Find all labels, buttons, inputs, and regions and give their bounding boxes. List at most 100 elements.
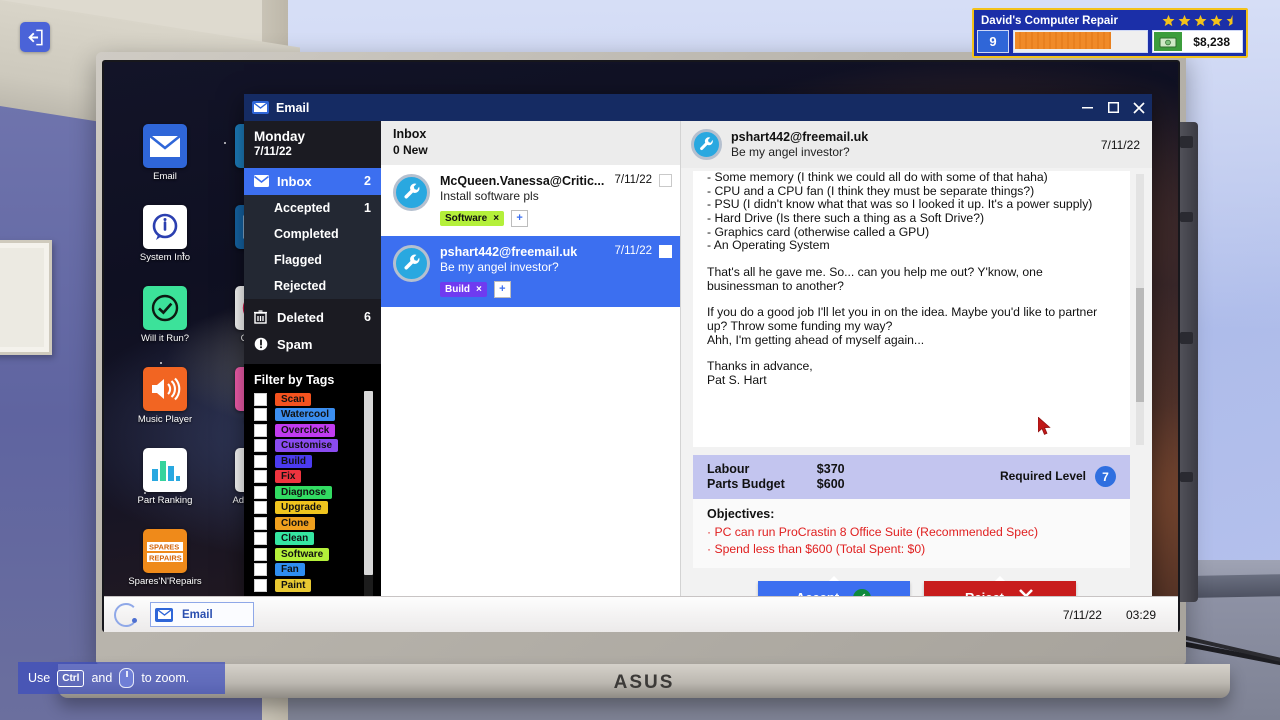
sidebar-item-flagged[interactable]: Flagged xyxy=(244,247,381,273)
wrench-avatar-icon xyxy=(393,244,430,282)
tag-checkbox-software[interactable] xyxy=(254,547,267,561)
tag-checkbox-fan[interactable] xyxy=(254,563,267,577)
objectives-list: · PC can run ProCrastin 8 Office Suite (… xyxy=(707,524,1116,557)
svg-text:REPAIRS: REPAIRS xyxy=(149,553,182,562)
email-add-tag-button[interactable]: + xyxy=(511,209,529,227)
maximize-button[interactable] xyxy=(1100,94,1126,121)
hud-bottom-row: 9 $8,238 xyxy=(977,30,1243,53)
tag-list-scrollbar[interactable] xyxy=(364,390,373,608)
email-body-line: - PSU (I didn't know what that was so I … xyxy=(707,197,1093,212)
job-budget-panel: Labour $370 Parts Budget $600 Required L… xyxy=(693,455,1130,500)
tag-pill-watercool[interactable]: Watercool xyxy=(275,408,335,422)
tag-pill-software[interactable]: Software xyxy=(275,547,330,561)
tag-checkbox-fix[interactable] xyxy=(254,470,267,484)
check-circle-icon xyxy=(143,285,187,330)
email-list-item-meta: 7/11/22 xyxy=(614,244,672,258)
sidebar-day: Monday xyxy=(254,129,306,144)
minimize-button[interactable] xyxy=(1074,94,1100,121)
tag-checkbox-overclock[interactable] xyxy=(254,423,267,437)
email-body-scrollbar[interactable] xyxy=(1136,174,1144,446)
start-orb-icon[interactable] xyxy=(114,602,138,627)
tag-checkbox-build[interactable] xyxy=(254,454,267,468)
sidebar-item-accepted[interactable]: Accepted 1 xyxy=(244,195,381,221)
xp-bar-fill xyxy=(1015,32,1111,49)
close-button[interactable] xyxy=(1126,94,1152,121)
tag-pill-clean[interactable]: Clean xyxy=(275,532,315,546)
email-tag-build[interactable]: Build × xyxy=(440,281,487,297)
email-tag-remove-icon[interactable]: × xyxy=(476,284,482,295)
sidebar-item-spam[interactable]: Spam xyxy=(244,331,381,358)
tag-checkbox-diagnose[interactable] xyxy=(254,485,267,499)
tag-checkbox-watercool[interactable] xyxy=(254,408,267,422)
sidebar-item-completed[interactable]: Completed xyxy=(244,221,381,247)
email-list-item-checkbox[interactable] xyxy=(659,173,672,187)
star-icon xyxy=(1194,14,1207,27)
tag-pill-overclock[interactable]: Overclock xyxy=(275,423,336,437)
email-window-title: Email xyxy=(276,100,310,115)
tag-pill-fix[interactable]: Fix xyxy=(275,470,302,484)
tag-checkbox-customise[interactable] xyxy=(254,439,267,453)
inbox-icon xyxy=(254,175,271,188)
desktop-icon-system-info[interactable]: System Info xyxy=(122,204,208,264)
objective-item: · Spend less than $600 (Total Spent: $0) xyxy=(707,541,926,556)
tag-list-scroll-thumb[interactable] xyxy=(364,390,373,576)
shop-hud: David's Computer Repair 9 $8,238 xyxy=(972,8,1248,58)
tag-checkbox-paint[interactable] xyxy=(254,578,267,592)
email-body-scroll-thumb[interactable] xyxy=(1136,287,1144,402)
tag-pill-clone[interactable]: Clone xyxy=(275,516,315,530)
tag-filter-title: Filter by Tags xyxy=(254,372,335,387)
tag-filter-row: Fix xyxy=(254,470,381,484)
sidebar-item-label: Deleted xyxy=(277,309,324,325)
tag-pill-build[interactable]: Build xyxy=(275,454,312,468)
budget-values: Labour $370 Parts Budget $600 xyxy=(707,462,845,491)
spares-repairs-icon: SPARES REPAIRS xyxy=(143,528,187,573)
tag-checkbox-upgrade[interactable] xyxy=(254,501,267,515)
desktop-icon-music-player[interactable]: Music Player xyxy=(122,366,208,426)
email-body-signoff: Thanks in advance, xyxy=(707,359,813,374)
tag-pill-fan[interactable]: Fan xyxy=(275,563,305,577)
tag-pill-diagnose[interactable]: Diagnose xyxy=(275,485,333,499)
email-list: McQueen.Vanessa@Critic... Install softwar… xyxy=(381,165,680,307)
sidebar-folder-list: Inbox 2 Accepted 1 Completed Flagged Rejected xyxy=(244,167,381,299)
tag-pill-customise[interactable]: Customise xyxy=(275,439,339,453)
email-add-tag-button[interactable]: + xyxy=(493,280,511,298)
desktop-icon-will-it-run[interactable]: Will it Run? xyxy=(122,285,208,345)
sidebar-item-label: Completed xyxy=(274,226,339,241)
desktop-icon-email[interactable]: Email xyxy=(122,124,208,183)
tag-checkbox-clone[interactable] xyxy=(254,516,267,530)
tag-pill-scan[interactable]: Scan xyxy=(275,392,311,406)
star-icon xyxy=(1210,14,1223,27)
sidebar-item-inbox[interactable]: Inbox 2 xyxy=(244,167,381,195)
required-level-badge: 7 xyxy=(1095,466,1116,488)
email-window[interactable]: Email Monday 7/11/22 Inbox 2 Accepted 1 Comp… xyxy=(244,94,1152,614)
bar-chart-icon xyxy=(143,447,187,492)
email-window-titlebar[interactable]: Email xyxy=(244,94,1152,121)
desktop-icon-spares-n-repairs[interactable]: SPARES REPAIRS Spares'N'Repairs xyxy=(122,528,208,588)
trash-icon xyxy=(254,310,271,325)
email-tag-remove-icon[interactable]: × xyxy=(493,213,499,224)
taskbar-item-email[interactable]: Email xyxy=(150,602,254,627)
tag-filter-row: Watercool xyxy=(254,408,381,422)
email-list-item[interactable]: pshart442@freemail.uk Be my angel investo… xyxy=(381,235,680,307)
desktop-icon-part-ranking[interactable]: Part Ranking xyxy=(122,447,208,507)
email-list-item-meta: 7/11/22 xyxy=(614,173,672,187)
tag-checkbox-scan[interactable] xyxy=(254,392,267,406)
email-list-item[interactable]: McQueen.Vanessa@Critic... Install softwar… xyxy=(381,165,680,236)
window-controls[interactable] xyxy=(1074,94,1152,121)
email-tag-software[interactable]: Software × xyxy=(440,210,505,226)
sidebar-item-deleted[interactable]: Deleted 6 xyxy=(244,304,381,331)
exit-door-icon[interactable] xyxy=(20,22,50,52)
tag-pill-paint[interactable]: Paint xyxy=(275,578,312,592)
taskbar-clock[interactable]: 7/11/22 03:29 xyxy=(1063,608,1168,622)
zoom-hint-prefix: Use xyxy=(28,671,51,685)
money-stack-icon xyxy=(1154,32,1183,51)
email-list-item-checkbox[interactable] xyxy=(659,244,672,258)
email-body-line: - Hard Drive (Is there such a thing as a… xyxy=(707,210,985,225)
tag-pill-upgrade[interactable]: Upgrade xyxy=(275,501,328,515)
xp-bar xyxy=(1013,30,1149,53)
email-list-item-date: 7/11/22 xyxy=(614,244,652,257)
tag-checkbox-clean[interactable] xyxy=(254,532,267,546)
sidebar-item-rejected[interactable]: Rejected xyxy=(244,273,381,299)
email-list-title: Inbox xyxy=(393,127,427,141)
money-amount: $8,238 xyxy=(1193,34,1230,49)
